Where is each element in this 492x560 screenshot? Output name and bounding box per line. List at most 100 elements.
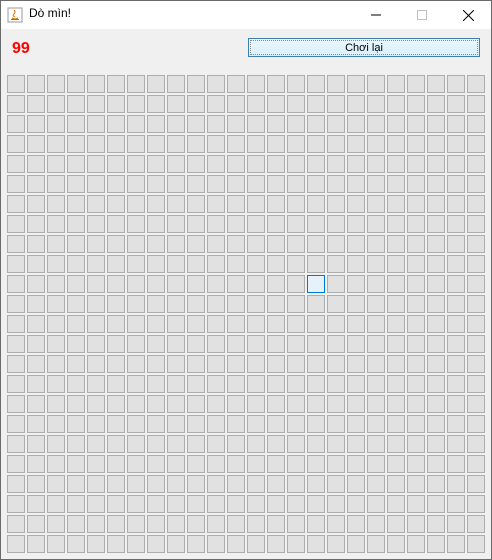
mine-cell[interactable] xyxy=(307,95,325,113)
mine-cell[interactable] xyxy=(227,315,245,333)
mine-cell[interactable] xyxy=(27,355,45,373)
mine-cell[interactable] xyxy=(307,355,325,373)
mine-cell[interactable] xyxy=(147,95,165,113)
mine-cell[interactable] xyxy=(167,395,185,413)
mine-cell[interactable] xyxy=(327,95,345,113)
mine-cell[interactable] xyxy=(127,275,145,293)
mine-cell[interactable] xyxy=(287,175,305,193)
mine-cell[interactable] xyxy=(87,135,105,153)
mine-cell[interactable] xyxy=(207,115,225,133)
mine-cell[interactable] xyxy=(227,395,245,413)
mine-cell[interactable] xyxy=(447,355,465,373)
mine-cell[interactable] xyxy=(367,175,385,193)
mine-cell[interactable] xyxy=(267,375,285,393)
mine-cell[interactable] xyxy=(107,215,125,233)
mine-cell[interactable] xyxy=(387,135,405,153)
mine-cell[interactable] xyxy=(447,295,465,313)
mine-cell[interactable] xyxy=(387,415,405,433)
mine-cell[interactable] xyxy=(67,155,85,173)
mine-cell[interactable] xyxy=(367,235,385,253)
mine-cell[interactable] xyxy=(467,255,485,273)
mine-cell[interactable] xyxy=(407,275,425,293)
mine-cell[interactable] xyxy=(67,515,85,533)
mine-cell[interactable] xyxy=(307,455,325,473)
mine-cell[interactable] xyxy=(307,495,325,513)
mine-cell[interactable] xyxy=(427,215,445,233)
mine-cell[interactable] xyxy=(187,75,205,93)
mine-cell[interactable] xyxy=(207,195,225,213)
mine-cell[interactable] xyxy=(307,155,325,173)
mine-cell[interactable] xyxy=(47,195,65,213)
mine-cell[interactable] xyxy=(267,315,285,333)
mine-cell[interactable] xyxy=(267,335,285,353)
mine-cell[interactable] xyxy=(7,515,25,533)
mine-cell[interactable] xyxy=(367,475,385,493)
mine-cell[interactable] xyxy=(387,475,405,493)
mine-cell[interactable] xyxy=(67,375,85,393)
mine-cell[interactable] xyxy=(107,115,125,133)
mine-cell[interactable] xyxy=(87,275,105,293)
mine-cell[interactable] xyxy=(87,295,105,313)
mine-cell[interactable] xyxy=(47,255,65,273)
mine-cell[interactable] xyxy=(47,415,65,433)
mine-cell[interactable] xyxy=(167,435,185,453)
mine-cell[interactable] xyxy=(7,275,25,293)
mine-cell[interactable] xyxy=(327,175,345,193)
mine-cell[interactable] xyxy=(327,355,345,373)
mine-cell[interactable] xyxy=(107,515,125,533)
mine-cell[interactable] xyxy=(327,335,345,353)
mine-cell[interactable] xyxy=(447,415,465,433)
mine-cell[interactable] xyxy=(107,235,125,253)
mine-cell[interactable] xyxy=(267,255,285,273)
mine-cell[interactable] xyxy=(407,215,425,233)
mine-cell[interactable] xyxy=(307,175,325,193)
mine-cell[interactable] xyxy=(7,235,25,253)
mine-cell[interactable] xyxy=(207,335,225,353)
mine-cell[interactable] xyxy=(167,195,185,213)
mine-cell[interactable] xyxy=(327,375,345,393)
mine-cell[interactable] xyxy=(427,455,445,473)
mine-cell[interactable] xyxy=(207,495,225,513)
mine-cell[interactable] xyxy=(387,75,405,93)
mine-cell[interactable] xyxy=(7,415,25,433)
mine-cell[interactable] xyxy=(427,95,445,113)
mine-cell[interactable] xyxy=(127,355,145,373)
mine-cell[interactable] xyxy=(187,375,205,393)
mine-cell[interactable] xyxy=(107,335,125,353)
mine-cell[interactable] xyxy=(7,195,25,213)
mine-cell[interactable] xyxy=(187,535,205,553)
mine-cell[interactable] xyxy=(207,355,225,373)
mine-cell[interactable] xyxy=(227,275,245,293)
mine-cell[interactable] xyxy=(427,495,445,513)
mine-cell[interactable] xyxy=(87,435,105,453)
mine-cell[interactable] xyxy=(187,515,205,533)
mine-cell[interactable] xyxy=(267,515,285,533)
mine-cell[interactable] xyxy=(367,195,385,213)
mine-cell[interactable] xyxy=(127,255,145,273)
mine-cell[interactable] xyxy=(47,235,65,253)
mine-cell[interactable] xyxy=(367,275,385,293)
mine-cell[interactable] xyxy=(387,195,405,213)
mine-cell[interactable] xyxy=(267,475,285,493)
mine-cell[interactable] xyxy=(87,495,105,513)
mine-cell[interactable] xyxy=(347,435,365,453)
mine-cell[interactable] xyxy=(127,155,145,173)
mine-cell[interactable] xyxy=(47,515,65,533)
mine-cell[interactable] xyxy=(467,435,485,453)
mine-cell[interactable] xyxy=(227,295,245,313)
mine-cell[interactable] xyxy=(327,475,345,493)
mine-cell[interactable] xyxy=(367,495,385,513)
mine-cell[interactable] xyxy=(47,435,65,453)
mine-cell[interactable] xyxy=(247,395,265,413)
mine-cell[interactable] xyxy=(47,75,65,93)
mine-cell[interactable] xyxy=(347,175,365,193)
mine-cell[interactable] xyxy=(367,95,385,113)
mine-cell[interactable] xyxy=(107,435,125,453)
mine-cell[interactable] xyxy=(387,255,405,273)
mine-cell[interactable] xyxy=(107,155,125,173)
mine-cell[interactable] xyxy=(7,315,25,333)
mine-cell[interactable] xyxy=(327,515,345,533)
mine-cell[interactable] xyxy=(427,235,445,253)
mine-cell[interactable] xyxy=(167,375,185,393)
mine-cell[interactable] xyxy=(187,155,205,173)
